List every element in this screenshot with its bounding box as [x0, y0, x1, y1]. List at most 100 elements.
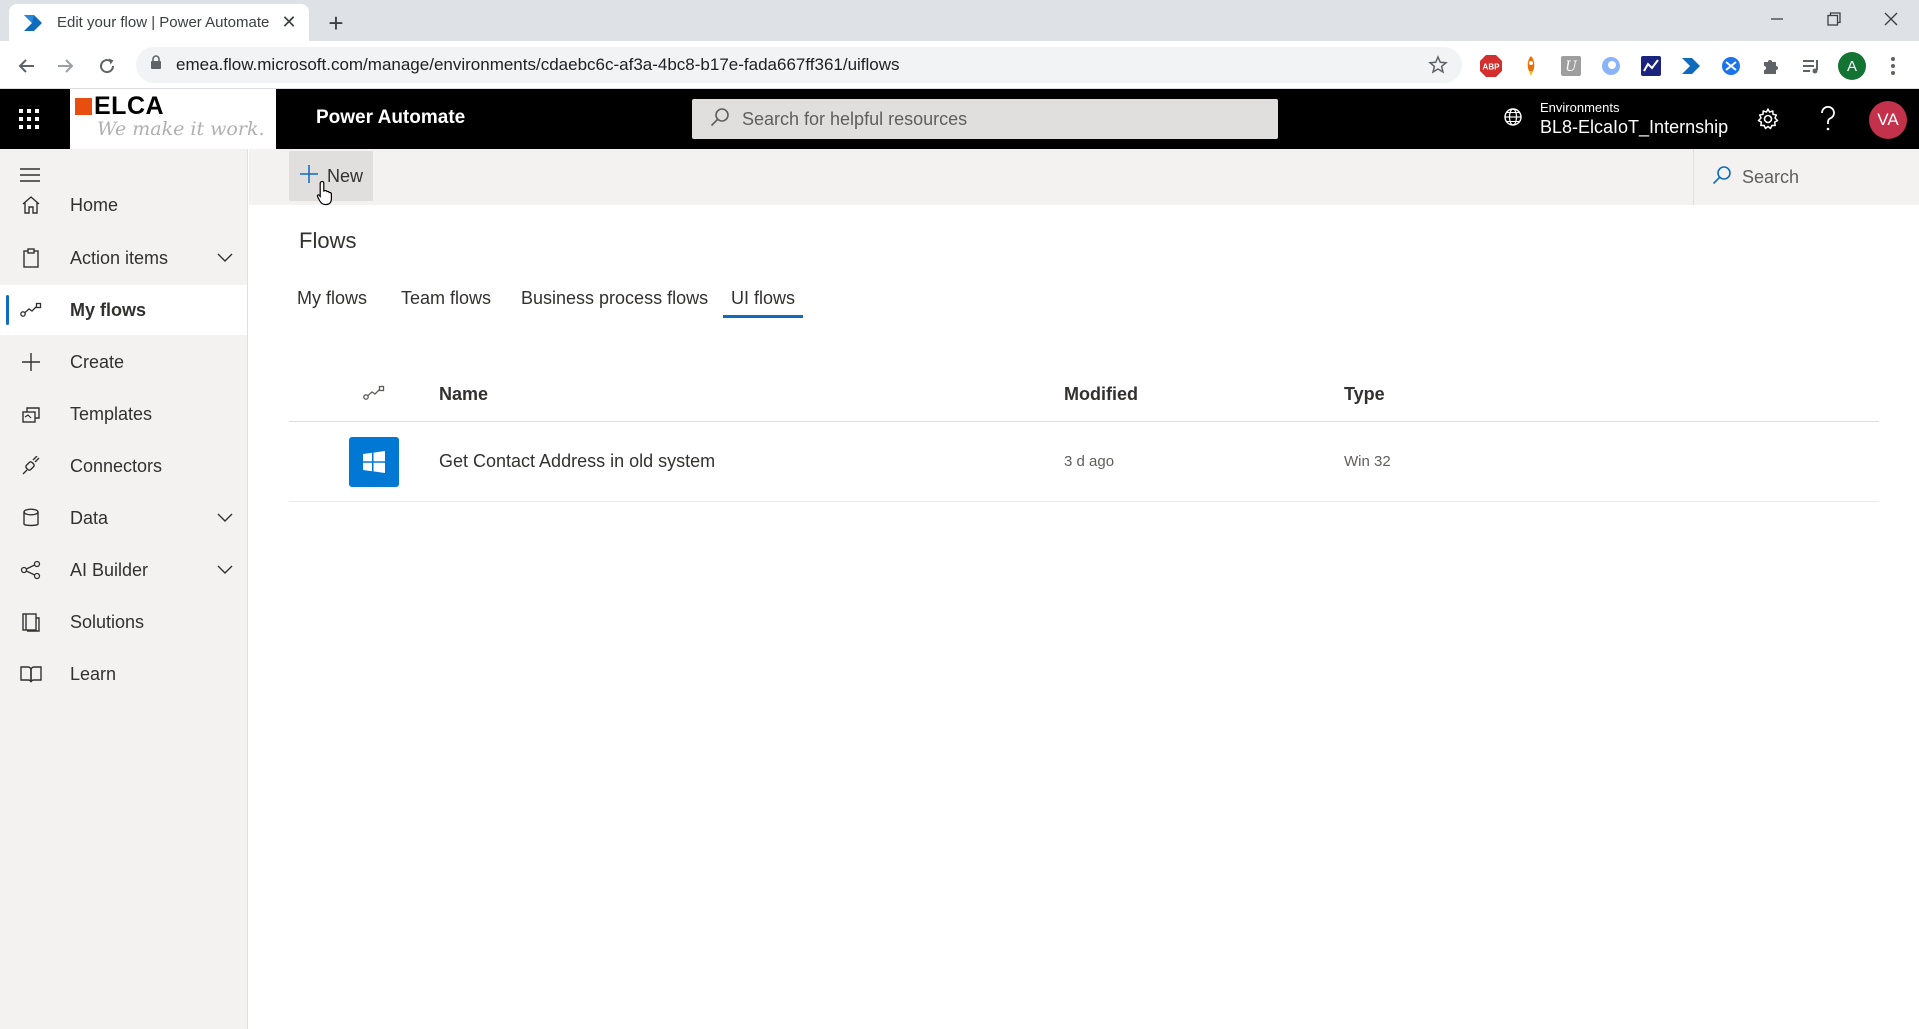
chevron-down-icon[interactable] — [217, 562, 233, 580]
logo-text: ELCA — [94, 92, 165, 120]
rocket-extension-icon[interactable] — [1518, 53, 1544, 79]
nav-item-create[interactable]: Create — [0, 337, 247, 387]
settings-gear-icon[interactable] — [1752, 103, 1784, 135]
reload-icon[interactable] — [92, 51, 122, 81]
nav-item-learn[interactable]: Learn — [0, 649, 247, 699]
help-question-icon[interactable] — [1812, 103, 1844, 135]
close-window-icon[interactable] — [1862, 0, 1919, 38]
adblock-extension-icon[interactable]: ABP — [1478, 53, 1504, 79]
flow-type-column-icon — [363, 385, 385, 406]
flow-type: Win 32 — [1344, 453, 1391, 470]
environment-picker[interactable]: Environments BL8-ElcaIoT_Internship — [1502, 97, 1728, 141]
nav-item-home[interactable]: Home — [0, 180, 247, 230]
chart-extension-icon[interactable] — [1638, 53, 1664, 79]
windows-icon — [349, 437, 399, 487]
nav-label-action-items: Action items — [70, 247, 169, 268]
environment-globe-icon — [1502, 106, 1524, 133]
tab-ui-flows[interactable]: UI flows — [723, 284, 804, 318]
bookmark-star-icon[interactable] — [1428, 55, 1448, 80]
flow-modified: 3 d ago — [1064, 453, 1115, 470]
browser-menu-icon[interactable] — [1880, 53, 1906, 79]
plus-icon — [20, 351, 42, 373]
environment-name: BL8-ElcaIoT_Internship — [1540, 117, 1729, 137]
nav-label-my-flows: My flows — [70, 299, 147, 320]
resource-search-box[interactable] — [692, 99, 1278, 139]
app-header: ELCA We make it work. Power Automate Env… — [0, 89, 1919, 149]
nav-item-ai-builder[interactable]: AI Builder — [0, 545, 247, 595]
browser-tab-strip: Edit your flow | Power Automate ✕ + — [0, 0, 1919, 41]
flow-icon — [20, 299, 42, 321]
close-tab-icon[interactable]: ✕ — [279, 12, 299, 33]
o-extension-icon[interactable] — [1598, 53, 1624, 79]
tab-my-flows[interactable]: My flows — [297, 284, 367, 318]
address-bar[interactable]: emea.flow.microsoft.com/manage/environme… — [136, 47, 1462, 83]
restore-window-icon[interactable] — [1805, 0, 1862, 38]
logo-tagline: We make it work. — [97, 118, 265, 140]
tab-team-flows[interactable]: Team flows — [401, 284, 491, 318]
elca-logo[interactable]: ELCA We make it work. — [70, 89, 276, 149]
nav-item-templates[interactable]: Templates — [0, 389, 247, 439]
column-header-name[interactable]: Name — [439, 384, 488, 405]
column-header-type[interactable]: Type — [1344, 384, 1385, 405]
new-tab-button[interactable]: + — [322, 9, 350, 37]
nav-item-data[interactable]: Data — [0, 493, 247, 543]
tab-business-process-flows[interactable]: Business process flows — [521, 284, 708, 318]
column-header-modified[interactable]: Modified — [1064, 384, 1138, 405]
command-bar: New — [249, 149, 1919, 205]
left-navigation: Home Action items My flows Create Templa… — [0, 149, 248, 1029]
environment-label: Environments — [1540, 100, 1620, 115]
hand-cursor-icon — [316, 180, 334, 211]
user-avatar[interactable]: VA — [1869, 101, 1907, 139]
nav-label-solutions: Solutions — [70, 611, 145, 632]
nav-item-connectors[interactable]: Connectors — [0, 441, 247, 491]
connector-icon — [20, 455, 42, 477]
book-icon — [20, 663, 42, 685]
ai-builder-icon — [20, 559, 42, 581]
nav-label-templates: Templates — [70, 403, 153, 424]
adblock-label: ABP — [1483, 63, 1501, 72]
chevron-down-icon[interactable] — [217, 510, 233, 528]
app-launcher-waffle-icon[interactable] — [0, 89, 58, 149]
logo-square-icon — [75, 97, 92, 115]
profile-avatar[interactable]: A — [1838, 52, 1866, 80]
flow-name[interactable]: Get Contact Address in old system — [439, 451, 715, 472]
url-text: emea.flow.microsoft.com/manage/environme… — [176, 55, 900, 74]
page-title: Flows — [299, 228, 357, 253]
power-automate-favicon-icon — [23, 12, 45, 34]
media-queue-icon[interactable] — [1798, 53, 1824, 79]
nav-label-home: Home — [70, 194, 119, 215]
resource-search-input[interactable] — [742, 108, 1262, 130]
puzzle-extension-icon[interactable] — [1758, 53, 1784, 79]
nav-label-connectors: Connectors — [70, 455, 163, 476]
u-extension-icon[interactable]: U — [1558, 53, 1584, 79]
forward-arrow-icon[interactable] — [50, 51, 80, 81]
globe-extension-icon[interactable] — [1718, 53, 1744, 79]
search-icon — [1712, 165, 1732, 190]
table-row[interactable]: Get Contact Address in old system 3 d ag… — [289, 422, 1879, 502]
table-header: Name Modified Type — [289, 368, 1879, 422]
app-name[interactable]: Power Automate — [316, 107, 465, 129]
templates-icon — [20, 403, 42, 425]
search-icon — [710, 107, 730, 132]
database-icon — [20, 507, 42, 529]
nav-label-data: Data — [70, 507, 109, 528]
power-automate-extension-icon[interactable] — [1678, 53, 1704, 79]
chevron-down-icon[interactable] — [217, 250, 233, 268]
nav-item-solutions[interactable]: Solutions — [0, 597, 247, 647]
home-icon — [20, 194, 42, 216]
browser-tab[interactable]: Edit your flow | Power Automate ✕ — [9, 4, 309, 41]
nav-label-create: Create — [70, 351, 125, 372]
flows-table: Name Modified Type Get Contact Address i… — [289, 368, 1879, 502]
nav-label-learn: Learn — [70, 663, 117, 684]
back-arrow-icon[interactable] — [12, 51, 42, 81]
browser-tab-title: Edit your flow | Power Automate — [57, 14, 270, 31]
nav-label-ai-builder: AI Builder — [70, 559, 149, 580]
nav-item-action-items[interactable]: Action items — [0, 233, 247, 283]
browser-toolbar: emea.flow.microsoft.com/manage/environme… — [0, 41, 1919, 89]
flow-search-input[interactable] — [1742, 166, 1912, 188]
minimize-window-icon[interactable] — [1748, 0, 1805, 38]
nav-item-my-flows[interactable]: My flows — [0, 285, 247, 335]
flow-search-box[interactable] — [1693, 149, 1919, 205]
solutions-icon — [20, 611, 42, 633]
svg-text:U: U — [1565, 59, 1578, 75]
